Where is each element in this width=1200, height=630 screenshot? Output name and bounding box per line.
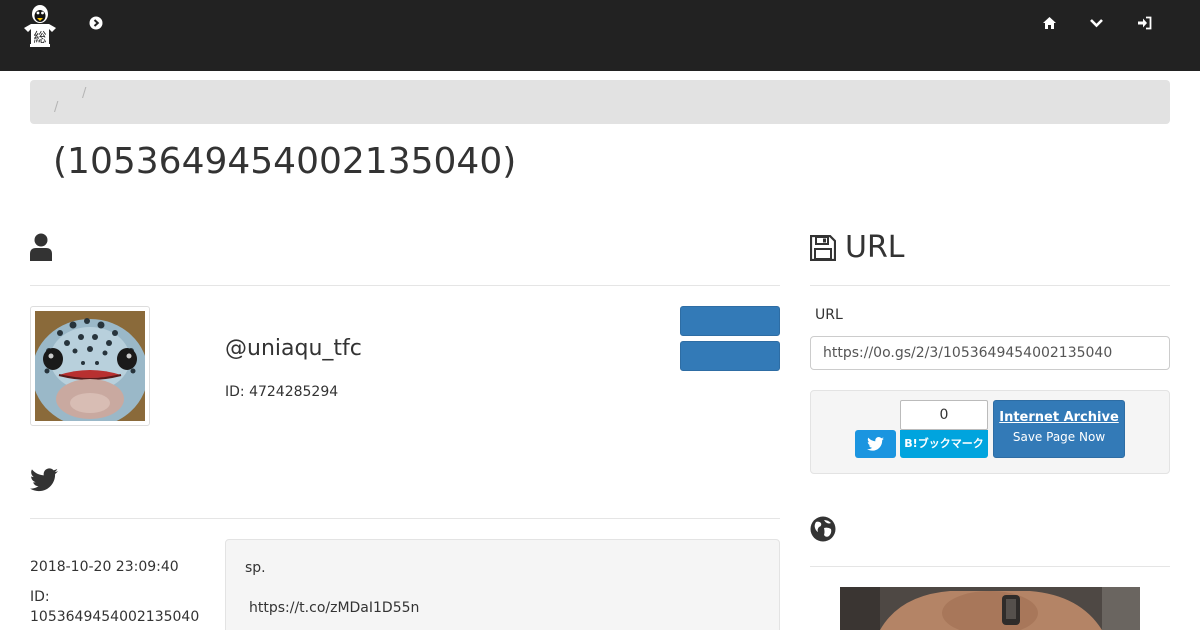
- section-divider: [810, 566, 1170, 567]
- tweet-id-label: ID:: [30, 589, 50, 605]
- section-divider: [30, 518, 780, 519]
- internet-archive-button[interactable]: Internet Archive Save Page Now: [993, 400, 1125, 458]
- home-icon[interactable]: [1042, 16, 1058, 32]
- action-button-secondary[interactable]: [680, 341, 780, 371]
- svg-text:総: 総: [33, 31, 46, 46]
- action-button-primary[interactable]: [680, 306, 780, 336]
- url-section-heading: URL: [845, 230, 905, 265]
- hatena-bookmark-count[interactable]: 0: [900, 400, 988, 430]
- chevron-down-icon[interactable]: [1089, 16, 1105, 32]
- site-logo[interactable]: 総: [18, 2, 62, 48]
- tweet-id-value: 1053649454002135040: [30, 609, 200, 625]
- floppy-disk-icon: [809, 234, 837, 262]
- page-title: (1053649454002135040): [53, 141, 517, 182]
- tweet-datetime: 2018-10-20 23:09:40: [30, 559, 179, 575]
- tweet-share-button[interactable]: [855, 430, 896, 458]
- short-url-field[interactable]: [810, 336, 1170, 370]
- tweet-body: sp. https://t.co/zMDaI1D55n: [225, 539, 780, 630]
- globe-icon: [810, 516, 836, 542]
- breadcrumb-separator: /: [54, 100, 59, 115]
- linked-image-thumbnail[interactable]: [840, 587, 1140, 630]
- breadcrumb: / /: [30, 80, 1170, 124]
- hatena-bookmark-button[interactable]: B!ブックマーク: [900, 430, 988, 458]
- section-divider: [30, 285, 780, 286]
- tweet-link[interactable]: https://t.co/zMDaI1D55n: [249, 600, 419, 616]
- twitter-icon: [30, 468, 58, 494]
- tweet-text: sp.: [245, 560, 266, 576]
- avatar[interactable]: [30, 306, 150, 426]
- breadcrumb-separator: /: [82, 86, 87, 101]
- user-screen-name: @uniaqu_tfc: [225, 336, 362, 361]
- user-icon: [30, 233, 52, 263]
- section-divider: [810, 285, 1170, 286]
- navbar: 総: [0, 0, 1200, 71]
- archive-button-subtitle: Save Page Now: [1012, 430, 1106, 444]
- chevron-circle-right-icon[interactable]: [89, 16, 105, 32]
- archive-button-title: Internet Archive: [999, 410, 1119, 425]
- user-id: ID: 4724285294: [225, 384, 339, 400]
- url-field-label: URL: [815, 307, 843, 323]
- sign-in-icon[interactable]: [1137, 16, 1153, 32]
